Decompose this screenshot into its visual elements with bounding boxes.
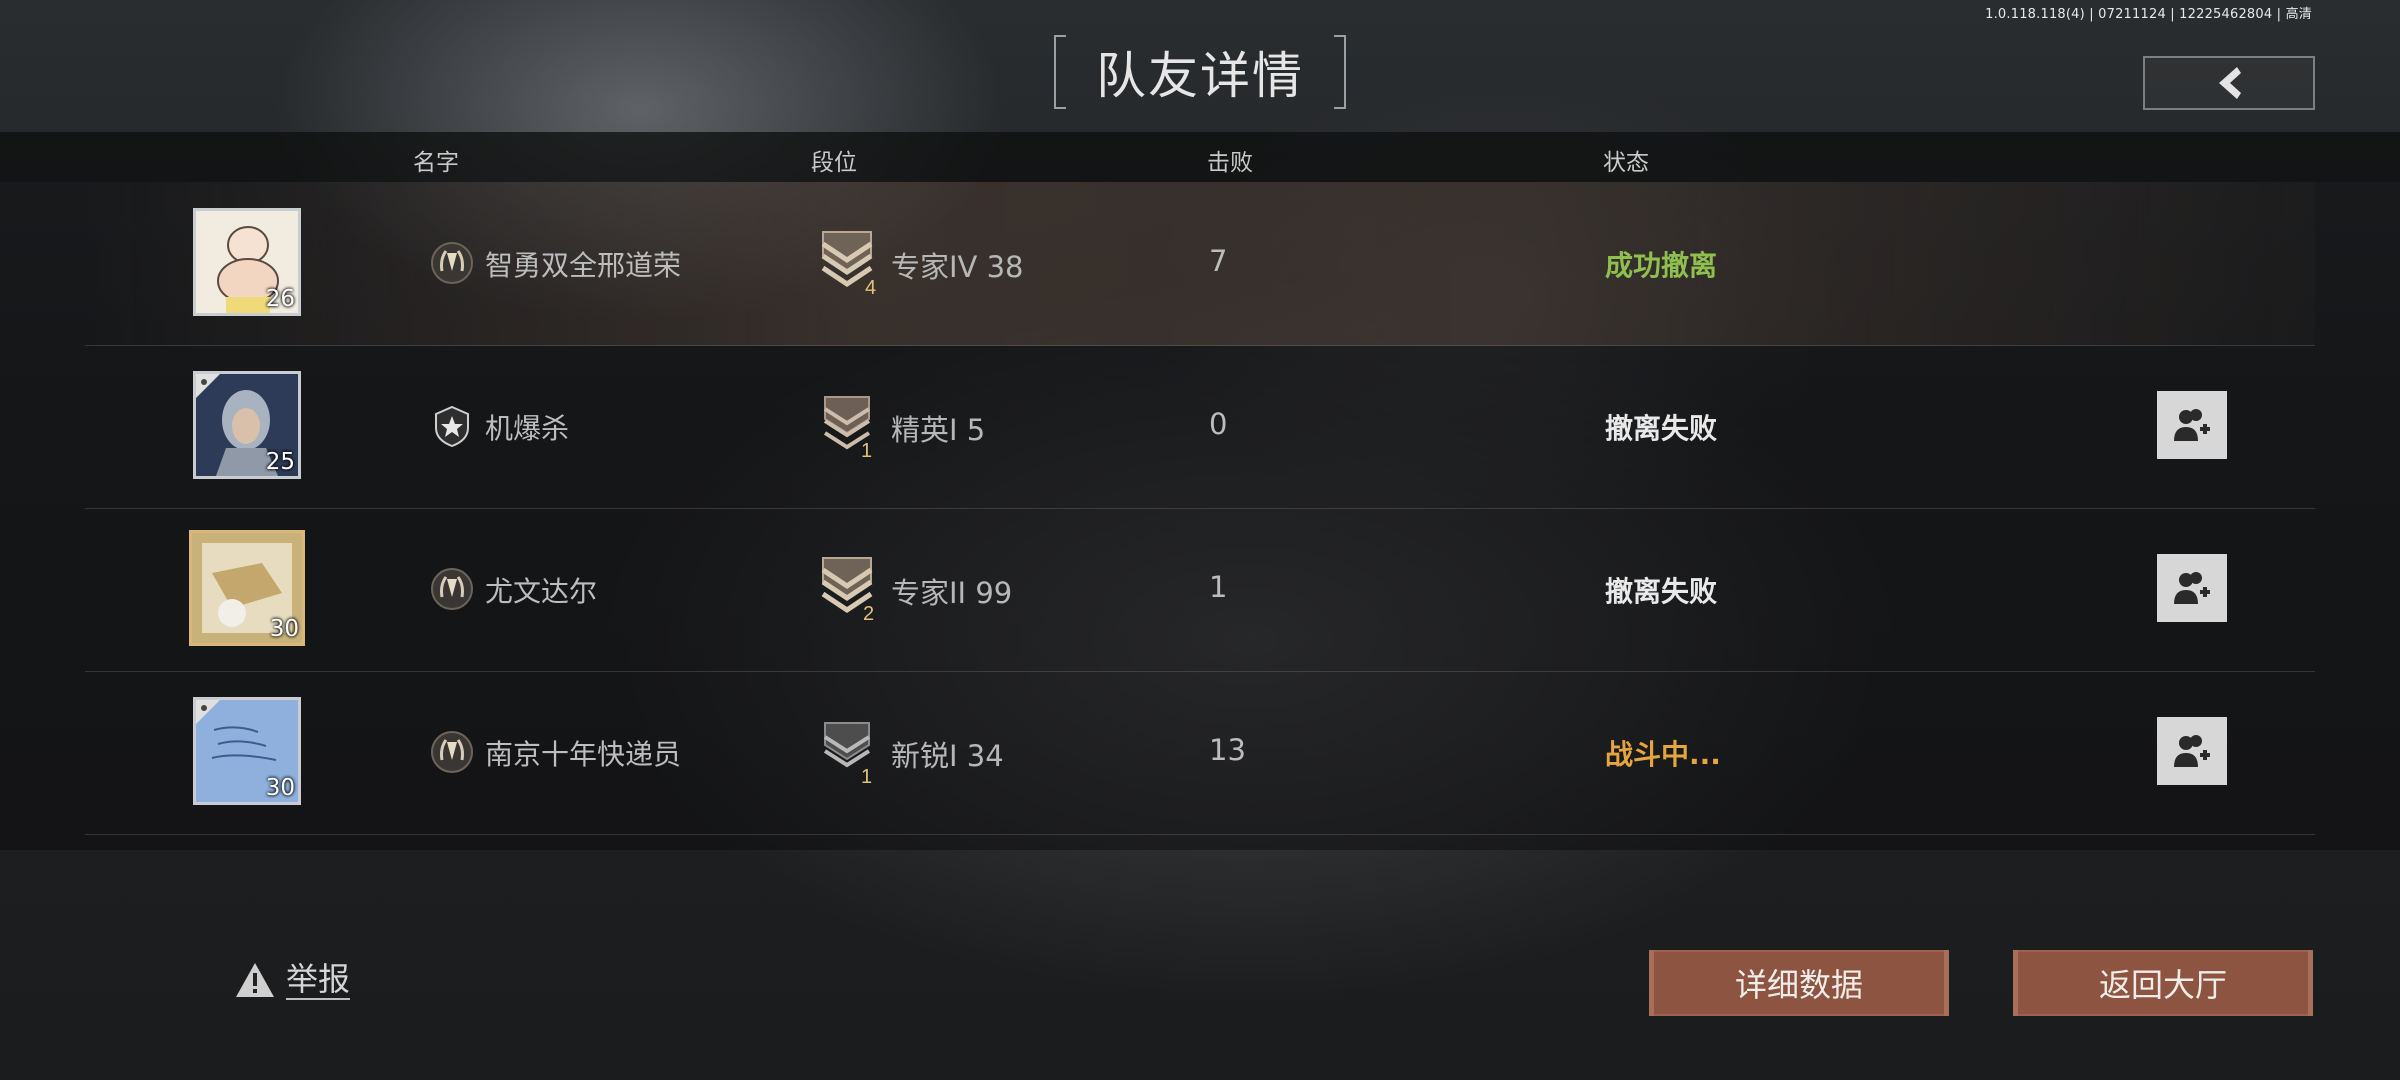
add-friend-icon bbox=[2174, 409, 2210, 441]
laurel-emblem-icon bbox=[431, 568, 473, 610]
return-lobby-button[interactable]: 返回大厅 bbox=[2013, 950, 2313, 1016]
add-friend-icon bbox=[2174, 735, 2210, 767]
player-name: 尤文达尔 bbox=[485, 575, 598, 608]
rank-label: 专家IV 38 bbox=[891, 250, 1024, 284]
table-row: 30 尤文达尔 2 专家II 99 1 撤离失败 bbox=[85, 508, 2315, 672]
kills-count: 1 bbox=[1209, 570, 1228, 604]
column-header-rank: 段位 bbox=[811, 150, 857, 176]
detail-data-button[interactable]: 详细数据 bbox=[1649, 950, 1949, 1016]
table-row: 26 智勇双全邢道荣 4 专家IV 38 7 成功撤离 bbox=[85, 182, 2315, 346]
kills-count: 0 bbox=[1209, 407, 1228, 441]
player-name: 机爆杀 bbox=[485, 412, 570, 445]
report-label: 举报 bbox=[286, 960, 351, 1000]
page-title: 队友详情 bbox=[1096, 47, 1304, 105]
column-header-status: 状态 bbox=[1603, 150, 1649, 176]
svg-text:4: 4 bbox=[865, 277, 876, 298]
status-text: 撤离失败 bbox=[1605, 412, 1718, 445]
chevron-left-icon bbox=[2219, 67, 2241, 99]
avatar[interactable]: 25 bbox=[193, 371, 301, 479]
column-header-name: 名字 bbox=[413, 150, 459, 176]
table-row: 25 机爆杀 1 精英I 5 0 撤离失败 bbox=[85, 345, 2315, 509]
kills-count: 13 bbox=[1209, 733, 1246, 767]
table-header bbox=[0, 132, 2400, 182]
level-badge: 26 bbox=[265, 286, 295, 312]
rank-chevron-icon: 2 bbox=[821, 557, 874, 624]
avatar[interactable]: 30 bbox=[193, 697, 301, 805]
report-link[interactable]: 举报 bbox=[234, 960, 351, 1000]
status-text: 撤离失败 bbox=[1605, 575, 1718, 608]
status-text: 成功撤离 bbox=[1605, 249, 1718, 282]
shield-tag-icon bbox=[196, 700, 220, 724]
rank-chevron-icon: 4 bbox=[821, 231, 876, 298]
add-friend-button[interactable] bbox=[2157, 391, 2227, 459]
back-button[interactable] bbox=[2143, 56, 2315, 110]
shield-tag-icon bbox=[196, 374, 220, 398]
player-name: 南京十年快递员 bbox=[485, 738, 682, 771]
page-title-frame: 队友详情 bbox=[1054, 35, 1346, 109]
svg-text:1: 1 bbox=[861, 440, 872, 461]
star-shield-emblem-icon bbox=[435, 405, 469, 448]
level-badge: 30 bbox=[265, 775, 295, 801]
build-info: 1.0.118.118(4) | 07211124 | 12225462804 … bbox=[1985, 7, 2312, 22]
kills-count: 7 bbox=[1209, 244, 1228, 278]
status-text: 战斗中... bbox=[1605, 738, 1721, 771]
teammate-table: 26 智勇双全邢道荣 4 专家IV 38 7 成功撤离 25 机爆杀 1 精英I… bbox=[0, 182, 2400, 850]
svg-text:2: 2 bbox=[863, 603, 874, 624]
rank-label: 精英I 5 bbox=[891, 413, 986, 447]
rank-label: 专家II 99 bbox=[891, 576, 1013, 610]
player-name: 智勇双全邢道荣 bbox=[485, 249, 682, 282]
add-friend-icon bbox=[2174, 572, 2210, 604]
laurel-emblem-icon bbox=[431, 731, 473, 773]
add-friend-button[interactable] bbox=[2157, 717, 2227, 785]
avatar[interactable]: 30 bbox=[189, 530, 305, 646]
avatar[interactable]: 26 bbox=[193, 208, 301, 316]
rank-label: 新锐I 34 bbox=[891, 739, 1004, 773]
svg-text:1: 1 bbox=[861, 766, 872, 787]
rank-chevron-icon: 1 bbox=[823, 396, 872, 461]
level-badge: 30 bbox=[269, 616, 299, 642]
column-header-kills: 击败 bbox=[1207, 150, 1253, 176]
table-row: 30 南京十年快递员 1 新锐I 34 13 战斗中... bbox=[85, 671, 2315, 835]
level-badge: 25 bbox=[265, 449, 295, 475]
warning-icon bbox=[236, 963, 274, 997]
laurel-emblem-icon bbox=[431, 242, 473, 284]
rank-chevron-icon: 1 bbox=[823, 722, 872, 787]
add-friend-button[interactable] bbox=[2157, 554, 2227, 622]
